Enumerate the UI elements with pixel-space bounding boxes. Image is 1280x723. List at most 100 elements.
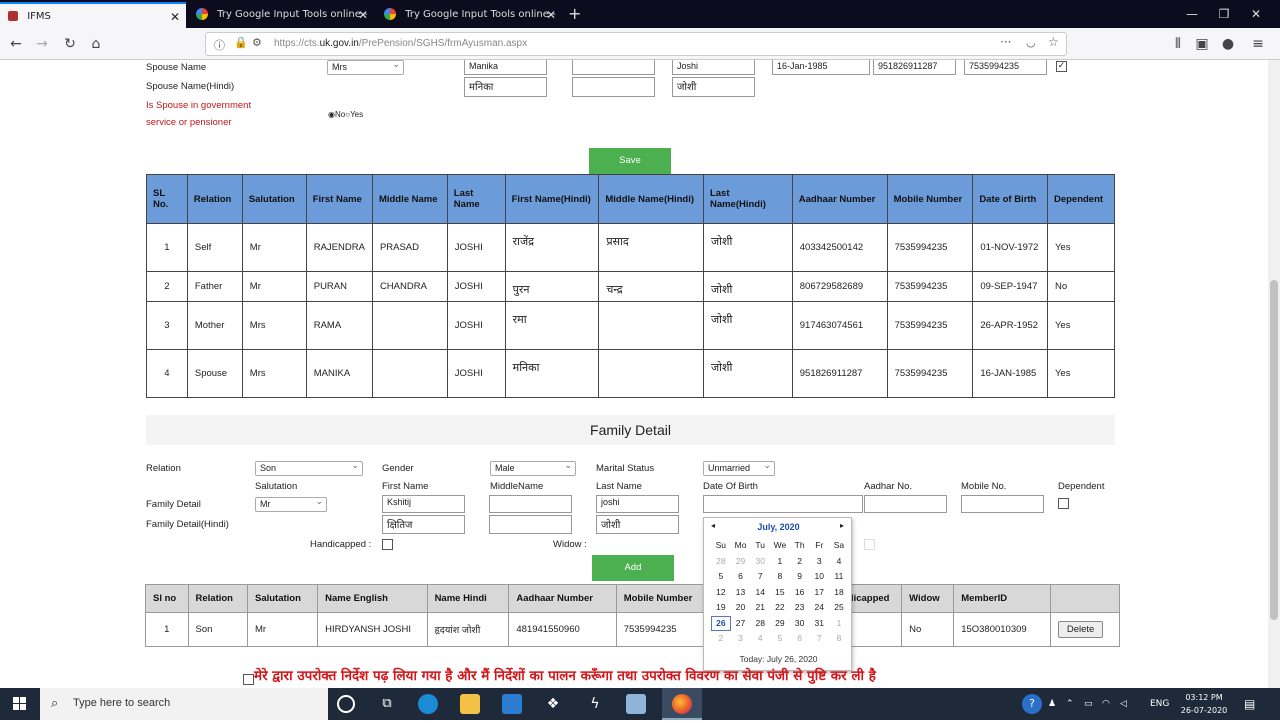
calendar-day[interactable]: 30 (790, 616, 810, 632)
notifications-icon[interactable]: ▤ (1244, 688, 1255, 720)
calendar-today-label[interactable]: Today: July 26, 2020 (704, 654, 853, 664)
add-button[interactable]: Add (592, 555, 674, 581)
start-button[interactable] (0, 688, 40, 720)
permissions-icon[interactable]: ⚙ (252, 36, 262, 49)
calendar-day[interactable]: 11 (829, 569, 849, 585)
notepad-icon[interactable] (626, 694, 646, 714)
spouse-last-name-input[interactable]: Joshi (672, 60, 755, 75)
calendar-day[interactable]: 16 (790, 585, 810, 601)
site-info-icon[interactable]: ⓘ (214, 37, 225, 53)
spouse-first-name-input[interactable]: Manika (464, 60, 547, 75)
pocket-icon[interactable]: ◡ (1026, 36, 1036, 49)
home-icon[interactable]: ⌂ (86, 34, 106, 54)
calendar-day[interactable]: 29 (731, 554, 751, 570)
mobile-input[interactable] (961, 495, 1044, 513)
calendar-day[interactable]: 22 (770, 600, 790, 616)
last-name-hindi-input[interactable]: जोशी (596, 515, 679, 534)
calendar-day[interactable]: 26 (711, 615, 731, 631)
calendar-day[interactable]: 18 (829, 585, 849, 601)
calendar-day[interactable]: 25 (829, 600, 849, 616)
calendar-day[interactable]: 27 (731, 616, 751, 632)
calendar-day[interactable]: 2 (790, 554, 810, 570)
calendar-day[interactable]: 17 (809, 585, 829, 601)
help-icon[interactable]: ? (1022, 694, 1042, 714)
next-month-icon[interactable]: ▸ (840, 521, 844, 530)
spouse-dob-input[interactable]: 16-Jan-1985 (772, 60, 870, 75)
spouse-mobile-input[interactable]: 7535994235 (964, 60, 1047, 75)
library-icon[interactable]: ⫴ (1168, 34, 1188, 54)
clock[interactable]: 03:12 PM 26-07-2020 (1180, 691, 1228, 717)
first-name-input[interactable]: Kshitij (382, 495, 465, 513)
tab-ifms[interactable]: IFMS ✕ (0, 2, 186, 28)
calendar-day[interactable]: 28 (750, 616, 770, 632)
calendar-day[interactable]: 20 (731, 600, 751, 616)
winamp-icon[interactable]: ϟ (585, 694, 605, 714)
account-icon[interactable]: ● (1218, 34, 1238, 54)
calendar-day[interactable]: 24 (809, 600, 829, 616)
calendar-day[interactable]: 14 (750, 585, 770, 601)
calendar-day[interactable]: 10 (809, 569, 829, 585)
calendar-day[interactable]: 13 (731, 585, 751, 601)
wifi-icon[interactable]: ◠ (1102, 688, 1110, 720)
widow-checkbox[interactable] (864, 539, 875, 550)
bookmark-star-icon[interactable]: ☆ (1048, 35, 1059, 49)
marital-status-select[interactable]: Unmarried (703, 460, 775, 476)
calendar-day[interactable]: 2 (711, 631, 731, 647)
back-icon[interactable]: ← (6, 34, 26, 54)
calendar-day[interactable]: 31 (809, 616, 829, 632)
page-scrollbar[interactable] (1268, 60, 1280, 688)
network-icon[interactable]: ⌃ (1066, 688, 1074, 720)
people-icon[interactable]: ♟ (1048, 688, 1056, 720)
spouse-last-name-hindi-input[interactable]: जोशी (672, 77, 755, 97)
calendar-day[interactable]: 12 (711, 585, 731, 601)
minimize-icon[interactable]: — (1176, 0, 1208, 28)
page-actions-icon[interactable]: ··· (1000, 35, 1011, 49)
dropbox-icon[interactable]: ❖ (543, 694, 563, 714)
calendar-day[interactable]: 3 (731, 631, 751, 647)
firefox-taskbar-item[interactable] (662, 688, 702, 720)
relation-select[interactable]: Son (255, 460, 363, 476)
calendar-day[interactable]: 4 (750, 631, 770, 647)
close-tab-icon[interactable]: ✕ (358, 2, 368, 28)
tab-google-input-1[interactable]: Try Google Input Tools online - ✕ (188, 2, 374, 28)
close-window-icon[interactable]: ✕ (1240, 0, 1272, 28)
spouse-first-name-hindi-input[interactable]: मनिका (464, 77, 547, 97)
last-name-input[interactable]: joshi (596, 495, 679, 513)
spouse-dependent-checkbox[interactable]: ✓ (1056, 61, 1067, 72)
calendar-day[interactable]: 21 (750, 600, 770, 616)
calendar-day[interactable]: 8 (770, 569, 790, 585)
radio-no[interactable]: ◉No (328, 110, 345, 119)
edge-icon[interactable] (418, 694, 438, 714)
spouse-middle-name-hindi-input[interactable] (572, 77, 655, 97)
dob-input[interactable] (703, 495, 863, 513)
gender-select[interactable]: Male (490, 460, 576, 476)
tab-google-input-2[interactable]: Try Google Input Tools online - ✕ (376, 2, 562, 28)
battery-icon[interactable]: ▭ (1084, 688, 1093, 720)
calendar-day[interactable]: 3 (809, 554, 829, 570)
calendar-day[interactable]: 23 (790, 600, 810, 616)
volume-icon[interactable]: ◁ (1120, 688, 1127, 720)
calendar-day[interactable]: 7 (750, 569, 770, 585)
reload-icon[interactable]: ↻ (60, 34, 80, 54)
language-indicator[interactable]: ENG (1150, 688, 1169, 720)
radio-yes[interactable]: ○Yes (345, 110, 363, 119)
calendar-day[interactable]: 1 (829, 616, 849, 632)
calendar-day[interactable]: 5 (711, 569, 731, 585)
spouse-salutation-select[interactable]: Mrs (327, 60, 404, 75)
spouse-middle-name-input[interactable] (572, 60, 655, 75)
calendar-day[interactable]: 9 (790, 569, 810, 585)
delete-button[interactable]: Delete (1057, 621, 1104, 638)
middle-name-input[interactable] (489, 495, 572, 513)
menu-icon[interactable]: ≡ (1248, 34, 1268, 54)
calendar-day[interactable]: 28 (711, 554, 731, 570)
close-tab-icon[interactable]: ✕ (170, 4, 180, 28)
sidebar-icon[interactable]: ▣ (1192, 34, 1212, 54)
save-button[interactable]: Save (589, 148, 671, 174)
close-tab-icon[interactable]: ✕ (546, 2, 556, 28)
task-view-icon[interactable]: ⧉ (377, 694, 397, 714)
calendar-day[interactable]: 1 (770, 554, 790, 570)
calendar-day[interactable]: 5 (770, 631, 790, 647)
spouse-aadhaar-input[interactable]: 951826911287 (873, 60, 956, 75)
calendar-day[interactable]: 29 (770, 616, 790, 632)
file-explorer-icon[interactable] (460, 694, 480, 714)
